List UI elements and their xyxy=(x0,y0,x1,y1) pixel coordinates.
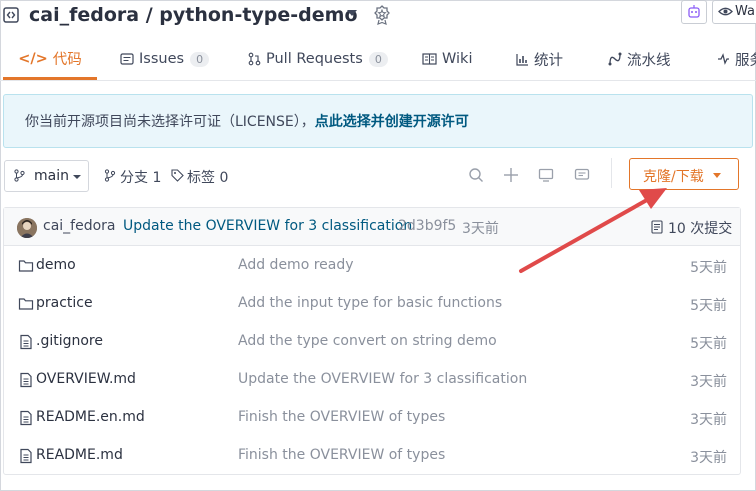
commit-time: 3天前 xyxy=(462,221,499,237)
branches-link[interactable]: 分支 1 xyxy=(120,167,161,187)
add-file-icon[interactable] xyxy=(503,167,519,183)
pull-requests-count-badge: 0 xyxy=(368,51,388,67)
license-notice-text: 你当前开源项目尚未选择许可证（LICENSE），点此选择并创建开源许可 xyxy=(25,111,469,131)
tags-link[interactable]: 标签 0 xyxy=(187,167,228,187)
file-row[interactable]: OVERVIEW.md Update the OVERVIEW for 3 cl… xyxy=(4,361,740,399)
tab-code-label: 代码 xyxy=(52,52,82,68)
chevron-down-icon xyxy=(73,175,81,179)
repo-title[interactable]: cai_fedora / python-type-demo xyxy=(29,4,358,26)
tab-stats[interactable]: 统计 xyxy=(516,40,563,78)
tab-wiki-label: Wiki xyxy=(442,51,473,67)
file-list: cai_fedora Update the OVERVIEW for 3 cla… xyxy=(3,207,741,475)
pull-request-icon xyxy=(248,52,261,66)
file-time: 5天前 xyxy=(690,260,727,276)
file-commit-message[interactable]: Add the type convert on string demo xyxy=(238,333,497,349)
tab-service[interactable]: 服务 xyxy=(717,40,756,78)
tab-issues-label: Issues xyxy=(139,51,185,67)
search-icon[interactable] xyxy=(468,167,484,183)
tab-stats-label: 统计 xyxy=(534,52,563,69)
tag-icon xyxy=(171,169,184,182)
web-ide-icon[interactable] xyxy=(538,167,554,183)
tab-pull-requests[interactable]: Pull Requests 0 xyxy=(248,40,388,78)
file-name[interactable]: OVERVIEW.md xyxy=(36,371,136,387)
code-icon: </> xyxy=(18,50,48,67)
file-icon xyxy=(20,334,32,350)
service-icon xyxy=(718,53,729,65)
repo-code-icon xyxy=(3,7,19,23)
badge-icon[interactable] xyxy=(372,5,392,25)
tab-service-label: 服务 xyxy=(735,52,756,69)
tab-pull-requests-label: Pull Requests xyxy=(266,51,363,67)
issues-count-badge: 0 xyxy=(190,51,210,67)
file-name[interactable]: practice xyxy=(36,295,93,311)
commit-count-link[interactable]: 10 次提交 xyxy=(668,218,732,238)
latest-commit-row: cai_fedora Update the OVERVIEW for 3 cla… xyxy=(4,208,740,246)
file-name[interactable]: .gitignore xyxy=(36,333,103,349)
file-time: 3天前 xyxy=(690,412,727,428)
file-commit-message[interactable]: Add the input type for basic functions xyxy=(238,295,502,311)
eye-icon xyxy=(718,7,733,16)
chevron-down-icon[interactable] xyxy=(347,10,357,16)
branches-icon xyxy=(104,169,116,182)
create-license-link[interactable]: 点此选择并创建开源许可 xyxy=(315,114,469,130)
clone-download-label: 克隆/下载 xyxy=(643,169,704,185)
robot-icon xyxy=(688,5,700,18)
file-icon xyxy=(20,410,32,426)
tab-pipeline[interactable]: 流水线 xyxy=(608,40,671,78)
file-row[interactable]: README.md Finish the OVERVIEW of types 3… xyxy=(4,437,740,475)
watch-button[interactable]: Wa xyxy=(712,0,756,24)
file-row[interactable]: practice Add the input type for basic fu… xyxy=(4,285,740,323)
file-time: 5天前 xyxy=(690,336,727,352)
commit-message[interactable]: Update the OVERVIEW for 3 classification xyxy=(123,218,412,234)
repo-header: cai_fedora / python-type-demo Wa xyxy=(0,0,756,36)
tab-wiki[interactable]: Wiki xyxy=(422,40,472,78)
branch-name: main xyxy=(34,168,69,184)
file-name[interactable]: demo xyxy=(36,257,76,273)
avatar-image xyxy=(17,218,37,238)
file-icon xyxy=(20,448,32,464)
commit-sha[interactable]: 2d3b9f5 xyxy=(398,218,456,234)
stats-icon xyxy=(516,53,528,66)
folder-icon xyxy=(18,298,34,310)
tab-pipeline-label: 流水线 xyxy=(627,52,671,69)
folder-icon xyxy=(18,260,34,272)
file-row[interactable]: README.en.md Finish the OVERVIEW of type… xyxy=(4,399,740,437)
pipeline-icon xyxy=(608,52,622,66)
file-commit-message[interactable]: Add demo ready xyxy=(238,257,354,273)
wiki-icon xyxy=(422,53,437,65)
file-commit-message[interactable]: Finish the OVERVIEW of types xyxy=(238,447,445,463)
toolbar-divider xyxy=(611,158,612,188)
repo-tabs: </> 代码 Issues 0 Pull Requests 0 Wiki 统计 … xyxy=(0,40,756,81)
license-notice: 你当前开源项目尚未选择许可证（LICENSE），点此选择并创建开源许可 xyxy=(3,94,753,148)
robot-button[interactable] xyxy=(681,0,707,24)
commits-icon xyxy=(651,220,663,234)
file-row[interactable]: .gitignore Add the type convert on strin… xyxy=(4,323,740,361)
branch-select[interactable]: main xyxy=(4,160,89,192)
file-time: 3天前 xyxy=(690,374,727,390)
file-icon xyxy=(20,372,32,388)
chevron-down-icon xyxy=(713,173,721,178)
license-notice-message: 你当前开源项目尚未选择许可证（LICENSE）， xyxy=(25,114,315,130)
clone-download-button[interactable]: 克隆/下载 xyxy=(629,158,739,190)
file-commit-message[interactable]: Update the OVERVIEW for 3 classification xyxy=(238,371,527,387)
file-time: 3天前 xyxy=(690,450,727,466)
issues-icon xyxy=(120,53,134,65)
file-time: 5天前 xyxy=(690,298,727,314)
branch-icon xyxy=(14,169,25,182)
comment-icon[interactable] xyxy=(574,167,590,183)
file-commit-message[interactable]: Finish the OVERVIEW of types xyxy=(238,409,445,425)
file-row[interactable]: demo Add demo ready 5天前 xyxy=(4,247,740,285)
tab-issues[interactable]: Issues 0 xyxy=(120,40,210,78)
file-name[interactable]: README.md xyxy=(36,447,123,463)
tab-code[interactable]: </> 代码 xyxy=(3,40,97,80)
avatar[interactable] xyxy=(17,218,37,238)
commit-author[interactable]: cai_fedora xyxy=(43,218,116,234)
file-name[interactable]: README.en.md xyxy=(36,409,145,425)
watch-user-label: Wa xyxy=(735,4,755,19)
